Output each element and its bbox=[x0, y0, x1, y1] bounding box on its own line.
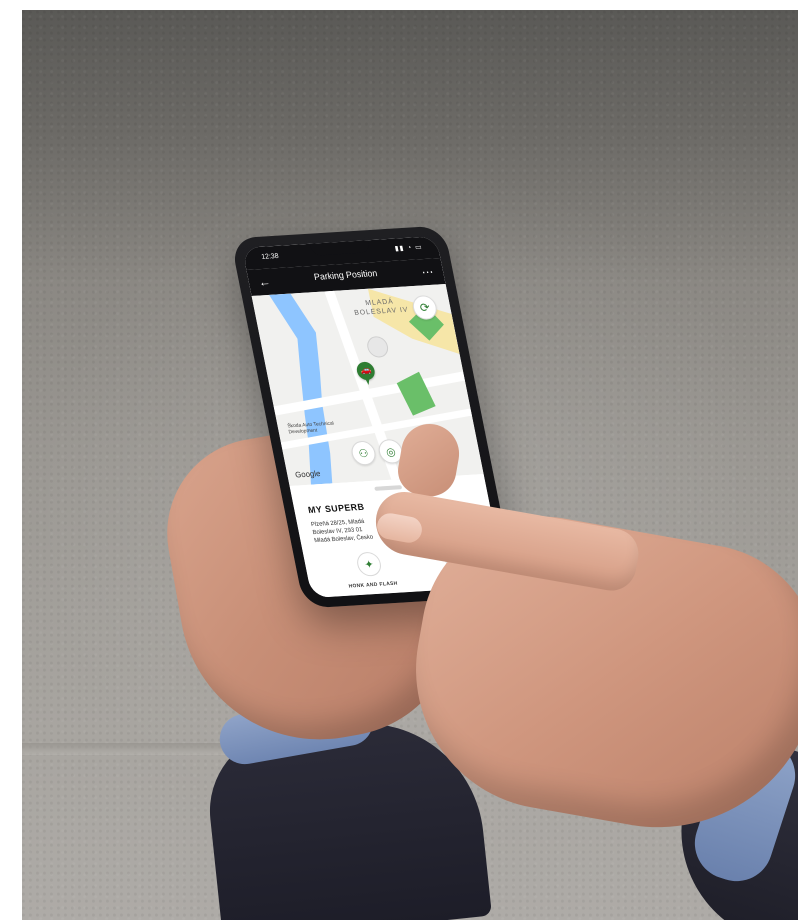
roundabout bbox=[367, 336, 389, 358]
target-icon: ◎ bbox=[384, 445, 397, 459]
sheet-handle[interactable] bbox=[374, 485, 403, 491]
car-icon: 🚗 bbox=[359, 364, 373, 376]
horn-icon: ✦ bbox=[355, 551, 384, 577]
map-attribution: Google bbox=[294, 468, 322, 480]
walk-icon: ⚇ bbox=[357, 447, 370, 460]
page-title: Parking Position bbox=[313, 268, 379, 282]
status-icons: ▮▮ ◔ ▭ bbox=[394, 243, 424, 253]
photo-scene: 12:38 ▮▮ ◔ ▭ ← Parking Position ⋯ MLADÁ … bbox=[22, 10, 798, 920]
refresh-icon: ⟳ bbox=[418, 300, 432, 315]
honk-and-flash-label: HONK AND FLASH bbox=[348, 580, 399, 590]
honk-and-flash-action[interactable]: ✦ HONK AND FLASH bbox=[323, 549, 418, 594]
more-options-icon[interactable]: ⋯ bbox=[416, 265, 434, 280]
status-time: 12:38 bbox=[260, 252, 280, 261]
car-name: MY SUPERB bbox=[307, 501, 366, 516]
walk-button[interactable]: ⚇ bbox=[349, 440, 378, 466]
